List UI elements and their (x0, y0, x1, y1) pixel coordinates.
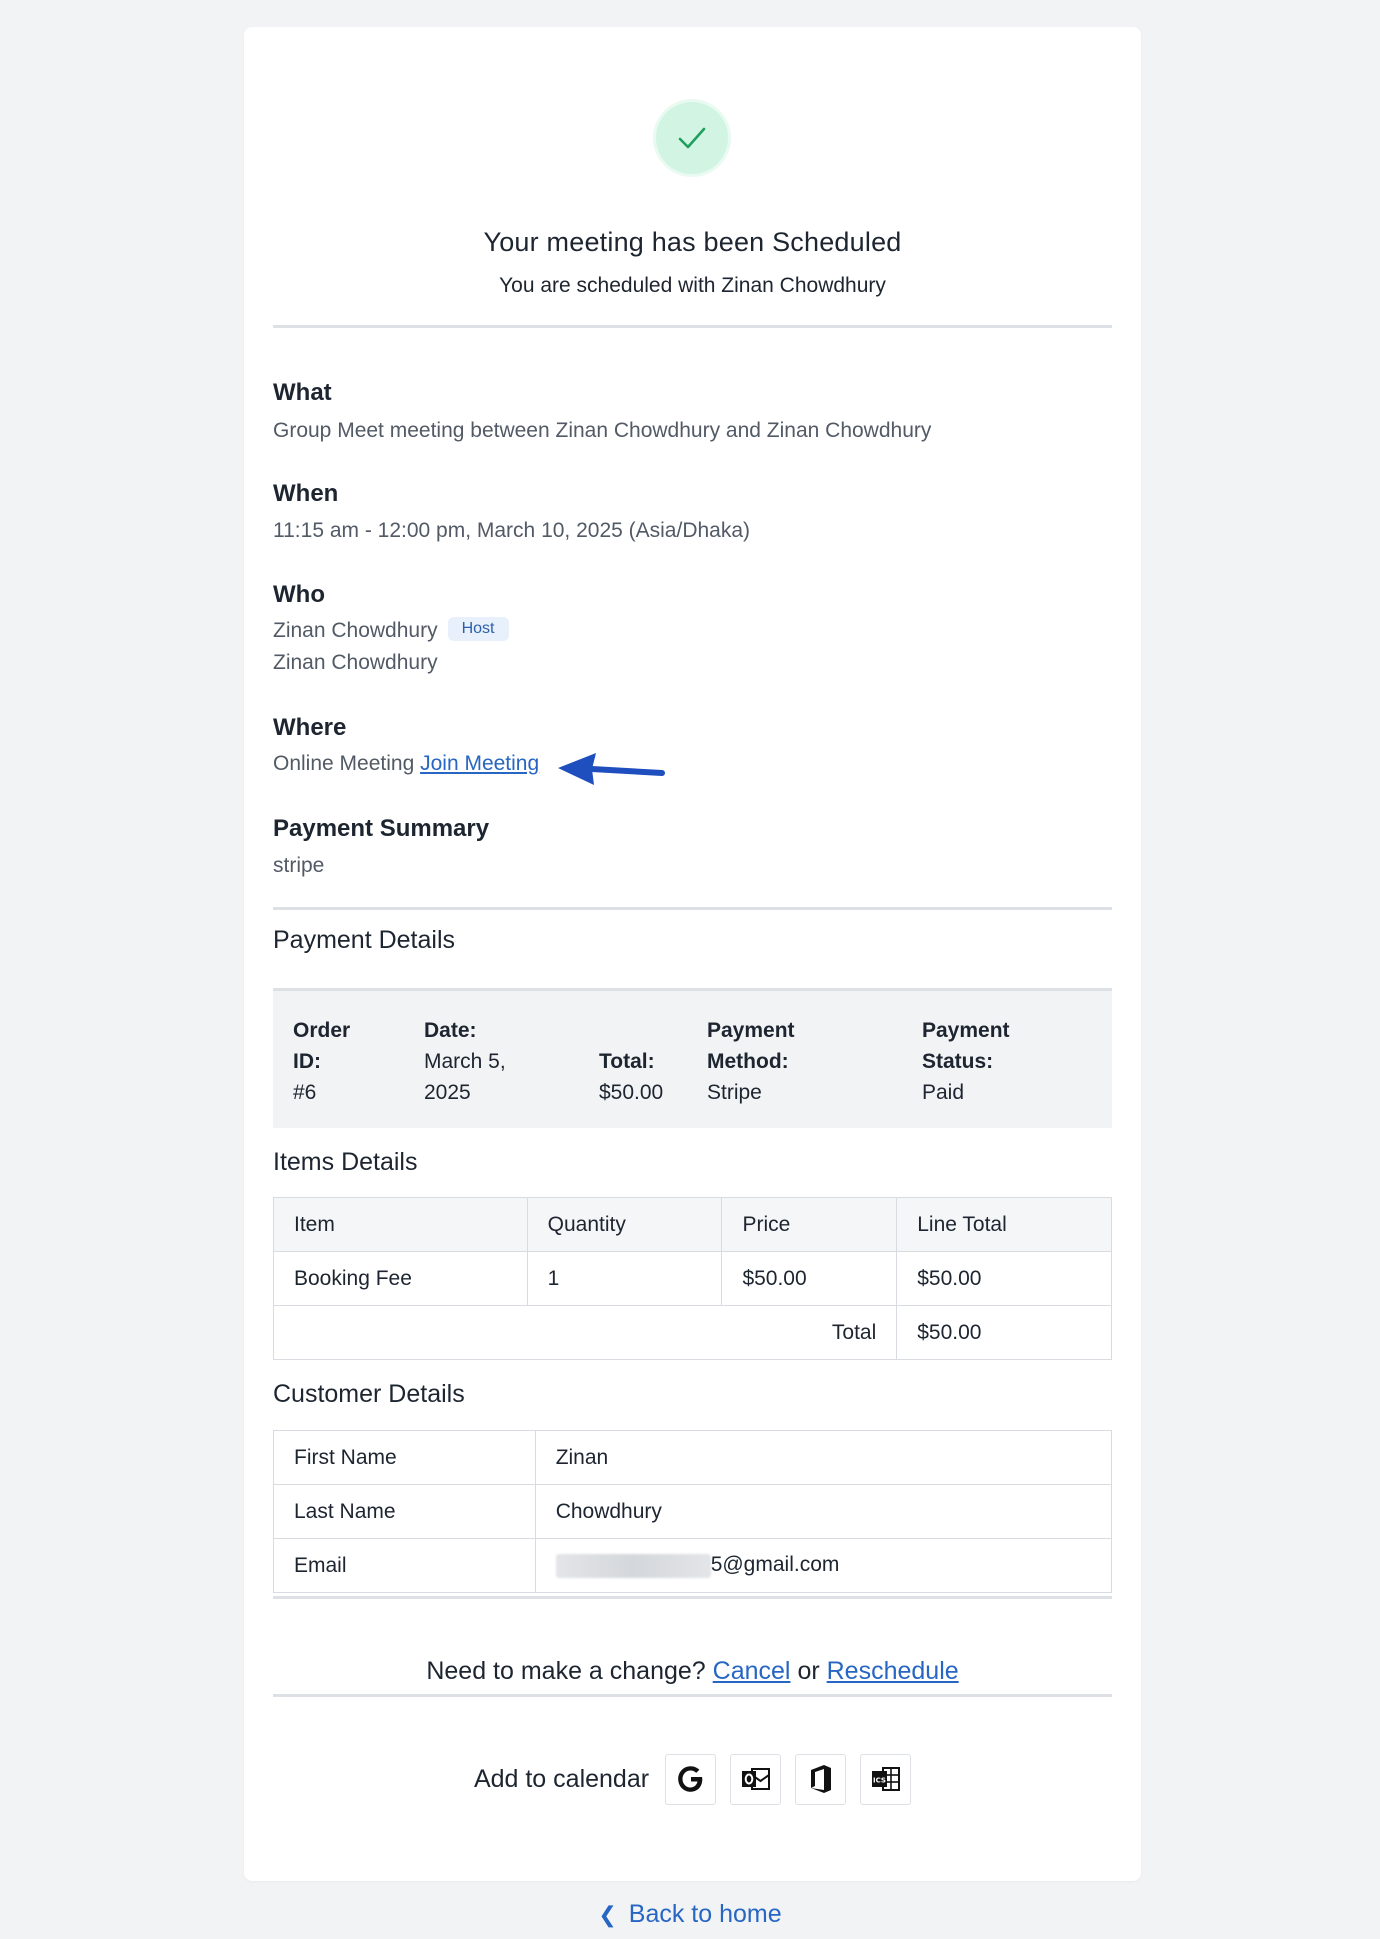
column-header: Line Total (896, 1197, 1112, 1252)
back-to-home-link[interactable]: ❮ Back to home (0, 1900, 1380, 1929)
divider (273, 325, 1112, 328)
customer-table: First Name Zinan Last Name Chowdhury Ema… (273, 1430, 1113, 1593)
divider (273, 907, 1112, 910)
cancel-link[interactable]: Cancel (713, 1657, 791, 1685)
first-name-value: Zinan (534, 1430, 1113, 1485)
add-to-calendar-label: Add to calendar (473, 1764, 650, 1793)
host-badge: Host (447, 617, 509, 642)
svg-text:ICS: ICS (873, 1777, 886, 1785)
item-line-total: $50.00 (896, 1251, 1112, 1306)
google-calendar-icon (677, 1766, 702, 1792)
column-header: Quantity (526, 1197, 723, 1252)
item-quantity: 1 (526, 1251, 723, 1306)
total-cell: Total: $50.00 (599, 1050, 664, 1104)
when-label: When (273, 480, 339, 507)
item-name: Booking Fee (273, 1251, 528, 1306)
when-value: 11:15 am - 12:00 pm, March 10, 2025 (Asi… (273, 519, 751, 542)
total-value: $50.00 (599, 1081, 664, 1104)
last-name-value: Chowdhury (534, 1484, 1113, 1539)
office365-icon (810, 1765, 831, 1793)
customer-details-heading: Customer Details (273, 1380, 465, 1408)
payment-method-cell: Payment Method: Stripe (707, 1019, 795, 1104)
field-label: Email (273, 1538, 536, 1593)
what-value: Group Meet meeting between Zinan Chowdhu… (273, 419, 932, 442)
where-type: Online Meeting (273, 752, 415, 775)
order-id-value: #6 (293, 1081, 317, 1104)
field-label: First Name (273, 1430, 536, 1485)
page-title: Your meeting has been Scheduled (483, 227, 902, 257)
join-meeting-link[interactable]: Join Meeting (420, 752, 539, 775)
payment-summary-value: stripe (273, 854, 325, 877)
payment-summary-box: Order ID: #6 Date: March 5, 2025 Total: … (273, 988, 1112, 1128)
success-check-icon (656, 102, 728, 174)
item-price: $50.00 (721, 1251, 898, 1306)
change-prompt: Need to make a change? Cancel or Resched… (426, 1657, 959, 1685)
reschedule-link[interactable]: Reschedule (827, 1657, 959, 1685)
table-header-row: Item Quantity Price Line Total (273, 1197, 1112, 1252)
page-subtitle: You are scheduled with Zinan Chowdhury (499, 274, 886, 297)
chevron-left-icon: ❮ (598, 1902, 617, 1927)
column-header: Item (273, 1197, 528, 1252)
divider (273, 1694, 1112, 1697)
total-amount: $50.00 (896, 1305, 1112, 1360)
table-row: First Name Zinan (273, 1430, 1113, 1485)
email-value: 5@gmail.com (534, 1538, 1113, 1593)
google-calendar-button[interactable] (665, 1753, 717, 1805)
order-id-cell: Order ID: #6 (293, 1019, 351, 1104)
outlook-icon (741, 1768, 770, 1790)
annotation-arrow-icon (558, 753, 665, 785)
who-host: Zinan Chowdhury Host (273, 617, 509, 643)
add-to-calendar-row: Add to calendar ICS (244, 1753, 1141, 1805)
payment-details-heading: Payment Details (273, 926, 456, 954)
office365-calendar-button[interactable] (795, 1753, 847, 1805)
where-value: Online Meeting Join Meeting (273, 752, 539, 776)
redacted-blur (555, 1553, 711, 1578)
table-row: Email 5@gmail.com (273, 1538, 1113, 1593)
who-label: Who (273, 581, 325, 608)
items-table: Item Quantity Price Line Total Booking F… (272, 1197, 1112, 1360)
outlook-calendar-button[interactable] (730, 1753, 782, 1805)
payment-status-cell: Payment Status: Paid (922, 1019, 1010, 1104)
what-label: What (273, 379, 332, 406)
table-row: Last Name Chowdhury (273, 1484, 1113, 1539)
field-label: Last Name (273, 1484, 536, 1539)
confirmation-card: Your meeting has been Scheduled You are … (244, 27, 1141, 1881)
items-details-heading: Items Details (273, 1148, 418, 1176)
who-guest: Zinan Chowdhury (273, 651, 438, 674)
total-label: Total (272, 1305, 898, 1360)
payment-summary-label: Payment Summary (273, 815, 490, 842)
where-label: Where (273, 714, 347, 741)
ics-download-button[interactable]: ICS (860, 1753, 912, 1805)
table-row: Booking Fee 1 $50.00 $50.00 (273, 1251, 1112, 1306)
host-name: Zinan Chowdhury (273, 619, 438, 642)
table-total-row: Total $50.00 (272, 1305, 1112, 1360)
divider (273, 1596, 1112, 1599)
ics-file-icon: ICS (871, 1767, 900, 1791)
date-cell: Date: March 5, 2025 (424, 1019, 506, 1104)
column-header: Price (721, 1197, 898, 1252)
